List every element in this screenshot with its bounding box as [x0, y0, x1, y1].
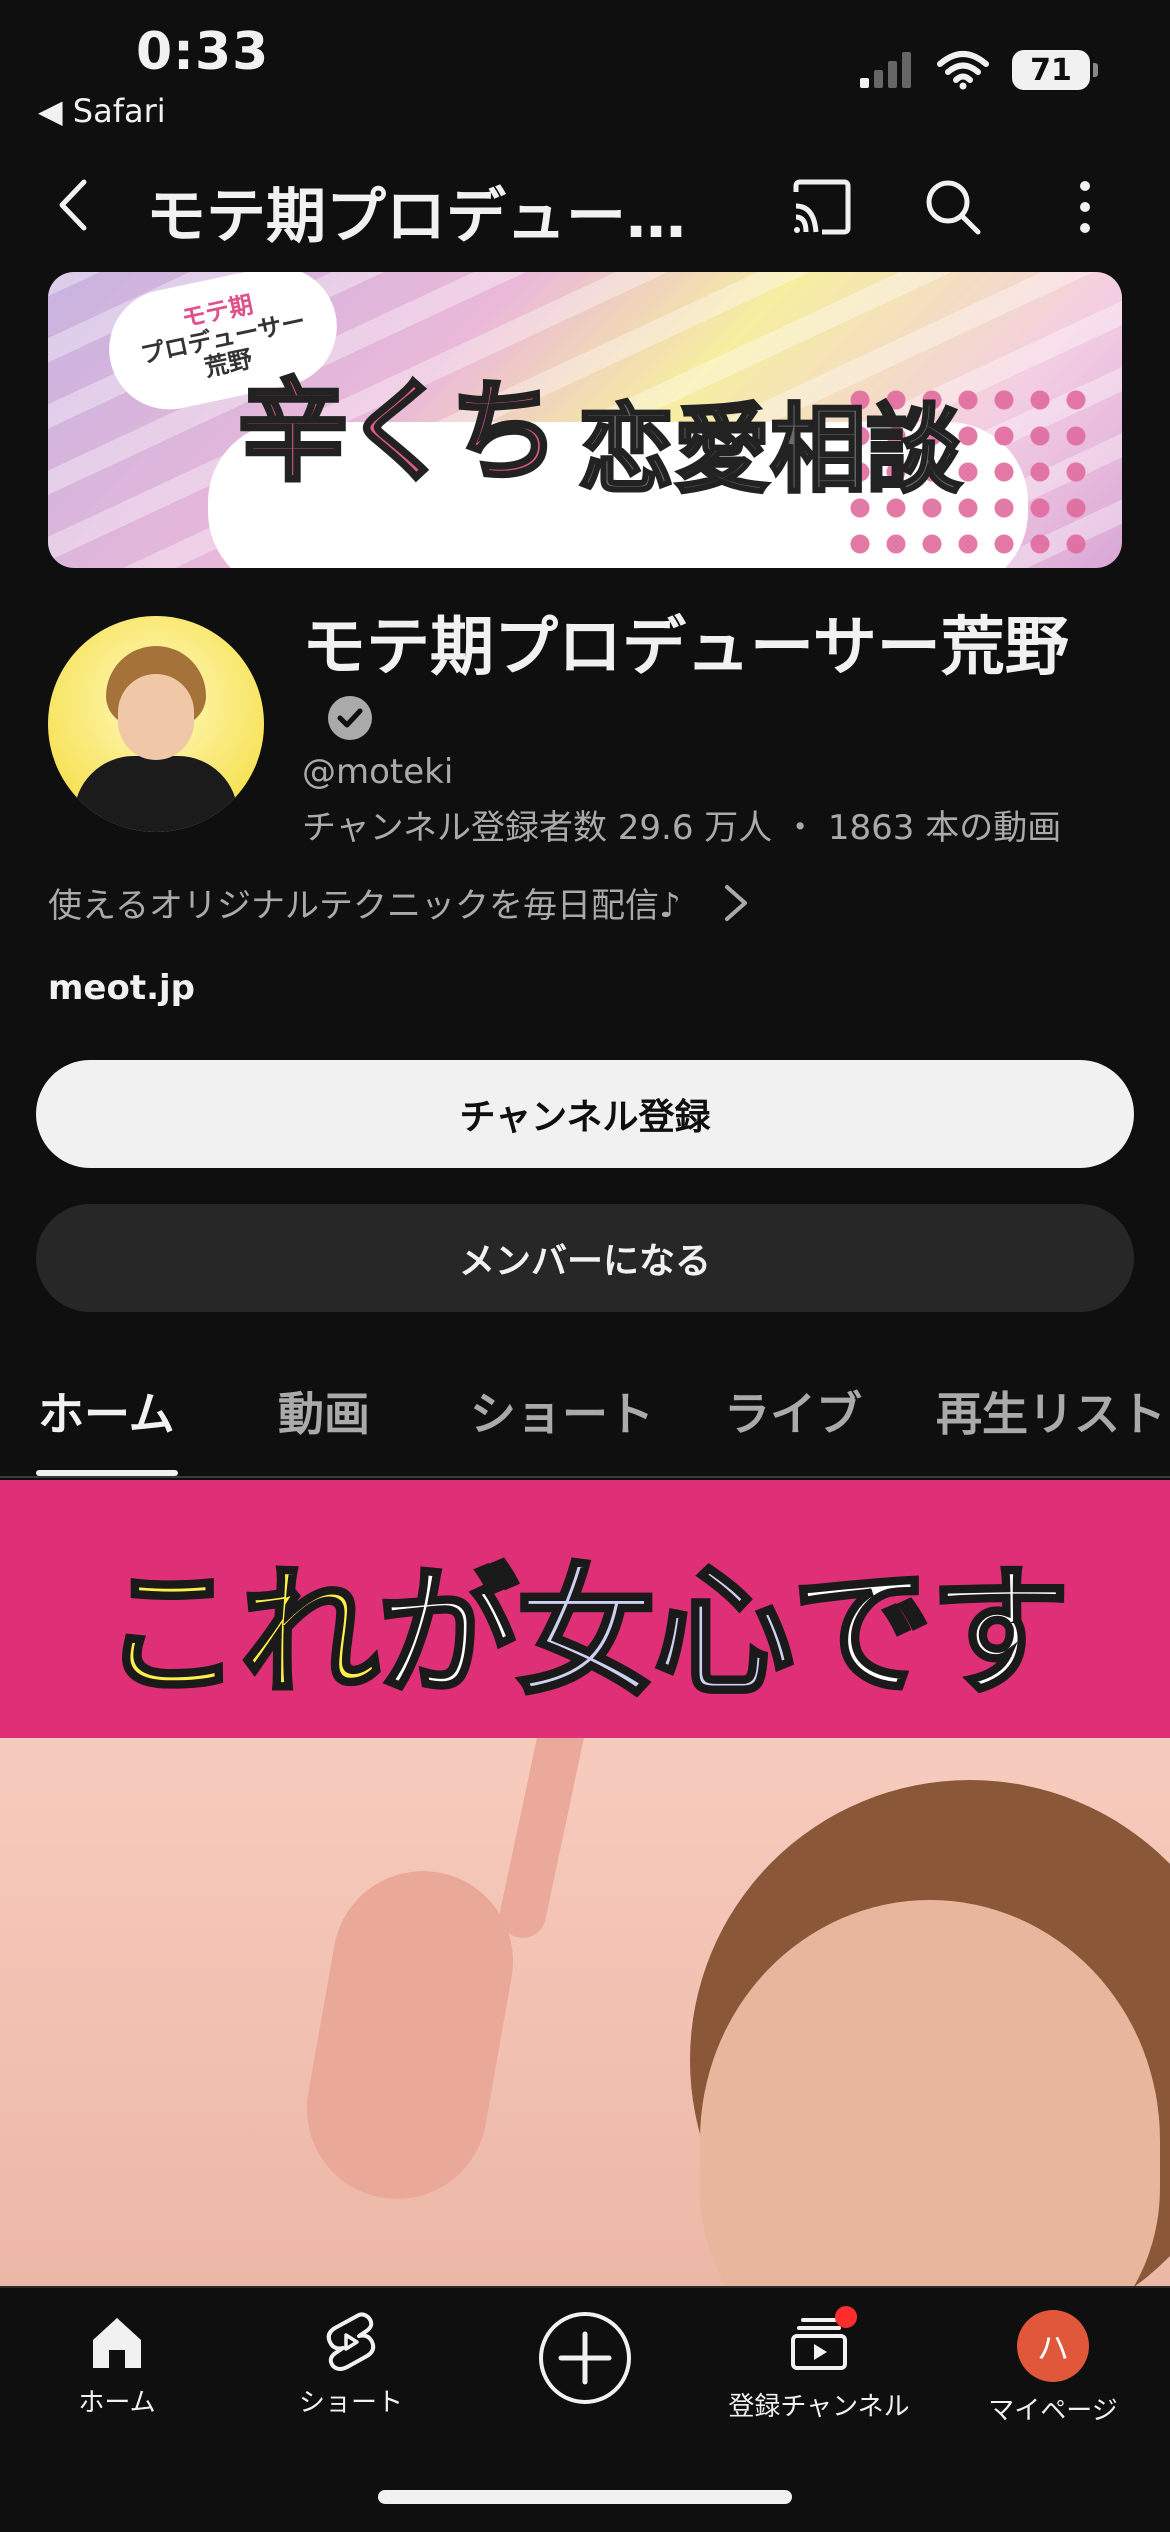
channel-description[interactable]: 使えるオリジナルテクニックを毎日配信♪ [48, 878, 751, 927]
back-arrow-icon[interactable] [40, 170, 110, 240]
channel-stats: チャンネル登録者数 29.6 万人 ・ 1863 本の動画 [302, 808, 1062, 848]
subscriptions-icon-wrap [787, 2306, 857, 2378]
avatar-face [118, 674, 194, 760]
nav-home[interactable]: ホーム [0, 2310, 234, 2419]
more-options-icon[interactable] [1050, 172, 1120, 242]
tab-videos[interactable]: 動画 [278, 1378, 370, 1444]
video-caption-part4: です [790, 1550, 1072, 1717]
nav-subscriptions[interactable]: 登録チャンネル [702, 2306, 936, 2423]
featured-video-player[interactable]: これが女心です [0, 1480, 1170, 2286]
banner-main-text: 辛くち [236, 366, 562, 498]
top-app-bar: モテ期プロデュー… [0, 150, 1170, 260]
nav-home-label: ホーム [78, 2388, 156, 2418]
back-to-safari-link[interactable]: ◀ Safari [38, 92, 166, 130]
video-caption-part2: が [376, 1550, 520, 1717]
nav-create[interactable] [468, 2310, 702, 2406]
video-hand [292, 1856, 528, 2214]
video-caption: これが女心です [0, 1520, 1170, 1722]
tab-live[interactable]: ライブ [724, 1378, 862, 1444]
notification-dot [835, 2306, 857, 2328]
video-caption-part1: これ [100, 1550, 382, 1717]
status-bar: 0:33 ◀ Safari 71 [0, 0, 1170, 140]
shorts-icon [326, 2312, 376, 2371]
page-title: モテ期プロデュー… [146, 182, 686, 252]
chevron-right-icon [724, 884, 747, 921]
video-caption-part3: 女心 [514, 1550, 796, 1717]
search-icon[interactable] [918, 172, 988, 242]
channel-tabs: ホーム 動画 ショート ライブ 再生リスト [0, 1358, 1170, 1478]
tab-playlists[interactable]: 再生リスト [936, 1378, 1166, 1444]
verified-badge-icon [328, 696, 372, 740]
active-tab-indicator [36, 1470, 178, 1476]
tab-shorts[interactable]: ショート [470, 1378, 654, 1444]
nav-subscriptions-label: 登録チャンネル [728, 2392, 910, 2422]
channel-link[interactable]: meot.jp [48, 968, 195, 1008]
status-time: 0:33 [136, 22, 270, 82]
nav-shorts-label: ショート [298, 2388, 403, 2418]
create-plus-icon [539, 2312, 631, 2404]
home-indicator [378, 2490, 792, 2504]
cellular-signal-icon [860, 52, 911, 88]
nav-shorts[interactable]: ショート [234, 2310, 468, 2419]
tab-home[interactable]: ホーム [38, 1378, 175, 1444]
channel-avatar[interactable] [48, 616, 264, 832]
join-membership-button[interactable]: メンバーになる [36, 1204, 1134, 1312]
my-avatar: ハ [1017, 2310, 1089, 2382]
nav-my-page-label: マイページ [988, 2396, 1118, 2426]
channel-handle: @moteki [302, 752, 454, 792]
avatar-body [74, 756, 238, 832]
cast-icon[interactable] [786, 172, 856, 242]
channel-banner: モテ期 プロデューサー 荒野 辛くち 恋愛相談 [48, 272, 1122, 568]
battery-icon: 71 [1012, 50, 1098, 90]
nav-my-page[interactable]: ハ マイページ [936, 2310, 1170, 2427]
status-icons: 71 [858, 50, 1098, 90]
banner-sub-text: 恋愛相談 [577, 393, 964, 508]
wifi-icon [937, 51, 989, 90]
home-icon [93, 2318, 141, 2368]
subscribe-button[interactable]: チャンネル登録 [36, 1060, 1134, 1168]
channel-name: モテ期プロデューサー荒野 [302, 611, 1069, 685]
channel-description-text: 使えるオリジナルテクニックを毎日配信♪ [48, 886, 681, 926]
